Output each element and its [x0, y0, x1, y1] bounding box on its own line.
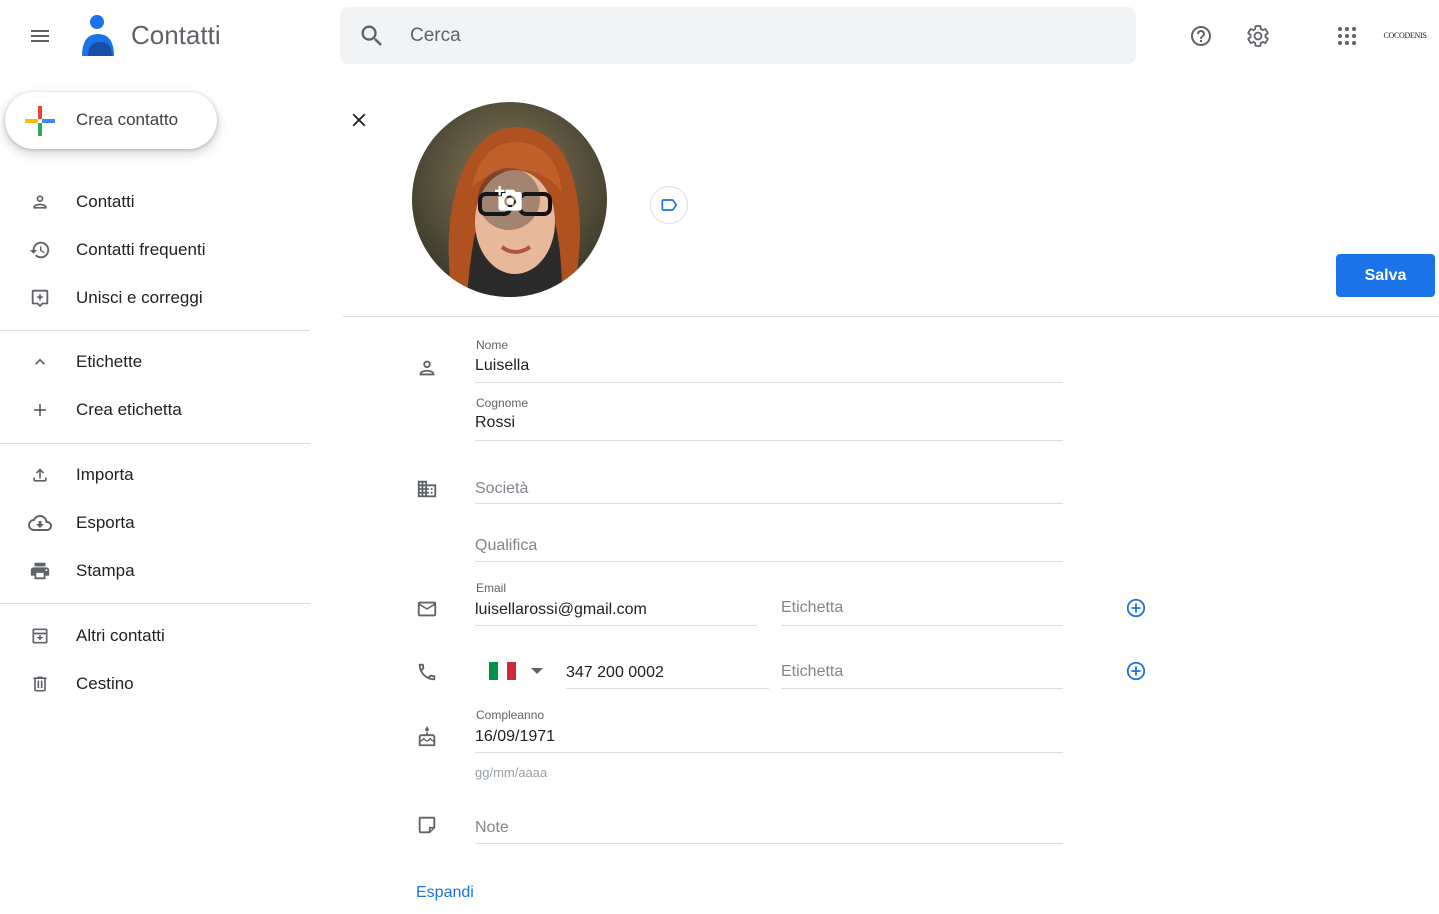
sidebar-divider — [0, 603, 310, 604]
sidebar-item-other-contacts[interactable]: Altri contatti — [0, 612, 300, 660]
expand-link[interactable]: Espandi — [416, 884, 474, 902]
search-bar[interactable] — [340, 7, 1136, 64]
account-brand-logo[interactable]: COCODENIS — [1380, 26, 1430, 46]
company-field[interactable]: Società — [475, 468, 1063, 504]
phone-value[interactable]: 347 200 0002 — [566, 664, 664, 682]
phone-tag-field[interactable]: Etichetta — [781, 653, 1063, 689]
phone-tag-placeholder: Etichetta — [781, 663, 844, 680]
last-name-field[interactable]: Cognome Rossi — [475, 396, 1063, 441]
help-icon — [1191, 26, 1211, 46]
email-field[interactable]: Email luisellarossi@gmail.com — [475, 581, 757, 626]
person-icon — [28, 190, 52, 214]
settings-button[interactable] — [1238, 16, 1278, 56]
colorful-plus-icon — [25, 106, 55, 136]
email-label: Email — [476, 581, 507, 595]
sidebar-labels-header[interactable]: Etichette — [0, 338, 300, 386]
sidebar-item-print[interactable]: Stampa — [0, 547, 300, 595]
notes-icon — [415, 813, 439, 837]
save-button[interactable]: Salva — [1336, 254, 1435, 297]
app-header: Contatti COCODENIS — [0, 0, 1439, 72]
close-editor-button[interactable] — [339, 100, 379, 140]
sidebar-item-label: Stampa — [76, 561, 135, 580]
email-tag-field[interactable]: Etichetta — [781, 590, 1063, 626]
email-value[interactable]: luisellarossi@gmail.com — [475, 601, 647, 619]
email-icon — [415, 597, 439, 621]
company-placeholder: Società — [475, 480, 529, 497]
sidebar-item-trash[interactable]: Cestino — [0, 660, 300, 708]
first-name-field[interactable]: Nome Luisella — [475, 338, 1063, 383]
hamburger-menu-icon — [31, 30, 49, 42]
archive-icon — [28, 624, 52, 648]
create-contact-label: Crea contatto — [76, 110, 179, 129]
create-contact-button[interactable]: Crea contatto — [5, 92, 217, 149]
sidebar-item-frequent[interactable]: Contatti frequenti — [0, 226, 300, 274]
apps-grid-icon — [1338, 27, 1356, 45]
trash-icon — [28, 672, 52, 696]
label-icon — [661, 199, 678, 211]
sidebar-item-label: Cestino — [76, 674, 134, 693]
search-input[interactable] — [410, 17, 1110, 54]
sidebar-item-export[interactable]: Esporta — [0, 499, 300, 547]
sidebar-item-merge[interactable]: Unisci e correggi — [0, 274, 300, 322]
sidebar-item-label: Contatti — [76, 192, 135, 211]
sidebar-item-label: Importa — [76, 465, 134, 484]
sidebar-item-import[interactable]: Importa — [0, 451, 300, 499]
last-name-value[interactable]: Rossi — [475, 414, 515, 432]
notes-placeholder: Note — [475, 819, 509, 836]
cloud-download-icon — [28, 511, 52, 535]
gear-icon — [1247, 25, 1269, 47]
sidebar-item-contacts[interactable]: Contatti — [0, 178, 300, 226]
last-name-label: Cognome — [476, 396, 529, 410]
first-name-label: Nome — [476, 338, 509, 352]
plus-icon — [28, 398, 52, 422]
phone-icon — [415, 660, 439, 684]
apps-button[interactable] — [1327, 16, 1367, 56]
add-circle-icon — [1126, 661, 1146, 681]
help-button[interactable] — [1181, 16, 1221, 56]
job-title-placeholder: Qualifica — [475, 537, 538, 554]
sidebar-divider — [0, 443, 310, 444]
history-icon — [28, 238, 52, 262]
sidebar-item-label: Crea etichetta — [76, 400, 182, 419]
first-name-value[interactable]: Luisella — [475, 357, 529, 375]
sidebar-item-label: Altri contatti — [76, 626, 165, 645]
upload-icon — [28, 463, 52, 487]
printer-icon — [28, 559, 52, 583]
company-icon — [415, 477, 439, 501]
sidebar-item-label: Esporta — [76, 513, 135, 532]
app-title: Contatti — [131, 20, 221, 50]
editor-divider — [343, 316, 1439, 317]
contacts-logo-icon — [78, 14, 118, 58]
merge-icon — [28, 286, 52, 310]
birthday-value[interactable]: 16/09/1971 — [475, 728, 555, 746]
add-email-button[interactable] — [1123, 595, 1149, 621]
birthday-field[interactable]: Compleanno 16/09/1971 — [475, 708, 1063, 753]
add-circle-icon — [1126, 598, 1146, 618]
sidebar-item-label: Etichette — [76, 352, 143, 371]
country-dropdown-icon[interactable] — [531, 668, 543, 674]
change-photo-button[interactable] — [478, 168, 540, 230]
sidebar-divider — [0, 330, 310, 331]
sidebar-item-label: Contatti frequenti — [76, 240, 206, 259]
sidebar-create-label[interactable]: Crea etichetta — [0, 386, 300, 434]
search-icon[interactable] — [358, 22, 386, 50]
chevron-up-icon — [28, 350, 52, 374]
close-icon — [352, 113, 366, 127]
phone-field[interactable]: 347 200 0002 — [566, 654, 769, 689]
notes-field[interactable]: Note — [475, 808, 1063, 844]
add-phone-button[interactable] — [1123, 658, 1149, 684]
email-tag-placeholder: Etichetta — [781, 599, 844, 616]
birthday-label: Compleanno — [476, 708, 545, 722]
birthday-format-hint: gg/mm/aaaa — [475, 765, 548, 780]
italy-flag-icon[interactable] — [489, 662, 516, 680]
main-menu-button[interactable] — [20, 16, 60, 56]
add-label-button[interactable] — [650, 186, 688, 224]
cake-icon — [415, 725, 439, 749]
job-title-field[interactable]: Qualifica — [475, 526, 1063, 562]
add-photo-icon — [495, 186, 522, 211]
person-icon — [415, 356, 439, 380]
sidebar-item-label: Unisci e correggi — [76, 288, 203, 307]
